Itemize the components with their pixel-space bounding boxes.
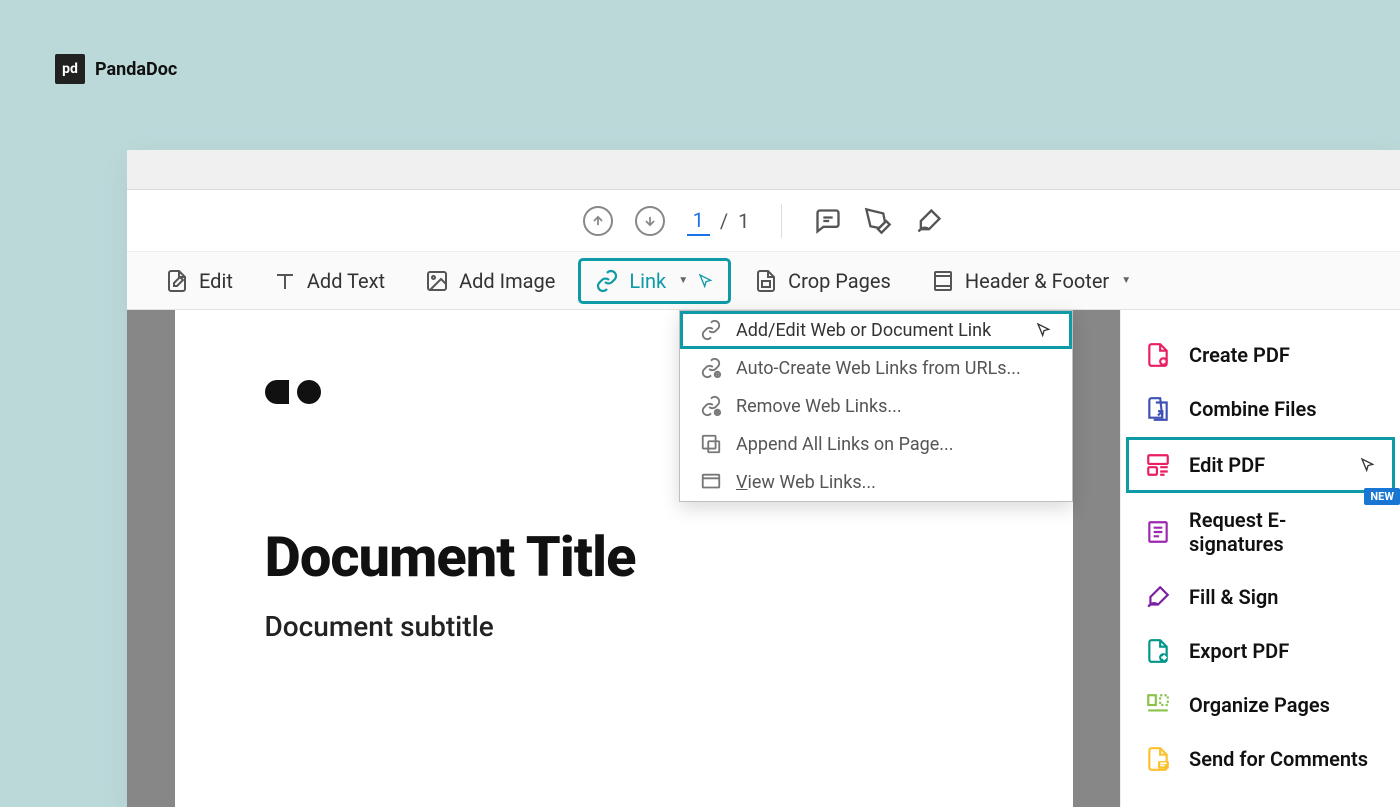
cursor-icon [1036,322,1052,338]
document-subtitle: Document subtitle [265,610,983,643]
chevron-down-icon: ▼ [1121,275,1131,286]
edit-pdf-icon [1145,452,1171,478]
comment-icon[interactable] [814,207,842,235]
link-auto-icon [700,357,722,379]
arrow-up-icon [591,214,605,228]
link-append-icon [700,433,722,455]
link-remove-icon [700,395,722,417]
create-pdf-icon [1145,342,1171,368]
sign-pen-icon[interactable] [914,207,944,235]
divider [781,204,782,238]
side-organize-pages-label: Organize Pages [1189,693,1330,717]
side-combine-files[interactable]: Combine Files [1121,382,1400,436]
tool-crop-pages[interactable]: Crop Pages [740,261,905,301]
side-combine-files-label: Combine Files [1189,397,1317,421]
tool-link[interactable]: Link ▼ [581,261,728,301]
tool-edit-label: Edit [199,269,233,293]
link-menu-append[interactable]: Append All Links on Page... [680,425,1072,463]
edit-toolbar: Edit Add Text Add Image Link ▼ Crop Page… [127,252,1400,310]
document-title: Document Title [265,524,983,590]
link-add-icon [700,319,722,341]
link-menu-add-edit-label: Add/Edit Web or Document Link [736,320,991,341]
side-request-esign-label: Request E-signatures [1189,508,1376,556]
link-menu-remove-label: Remove Web Links... [736,396,902,417]
link-view-icon [700,471,722,493]
tool-add-image[interactable]: Add Image [411,261,569,301]
link-menu-remove[interactable]: Remove Web Links... [680,387,1072,425]
highlight-pen-icon[interactable] [864,207,892,235]
export-pdf-icon [1145,638,1171,664]
tool-edit[interactable]: Edit [151,261,247,301]
page-down-button[interactable] [635,206,665,236]
tool-add-text[interactable]: Add Text [259,261,399,301]
tool-header-footer[interactable]: Header & Footer ▼ [917,261,1145,301]
brand-mark: pd [55,54,85,84]
page-separator: / [720,209,728,233]
side-create-pdf-label: Create PDF [1189,343,1290,367]
side-edit-pdf-label: Edit PDF [1189,453,1265,477]
tools-sidebar: Create PDF Combine Files Edit PDF NEW Re… [1120,310,1400,807]
esign-icon [1145,519,1171,545]
brand-logo: pd PandaDoc [55,54,177,84]
link-menu-auto-create[interactable]: Auto-Create Web Links from URLs... [680,349,1072,387]
link-menu-auto-create-label: Auto-Create Web Links from URLs... [736,358,1021,379]
current-page-input[interactable]: 1 [687,206,710,236]
page-up-button[interactable] [583,206,613,236]
side-edit-pdf[interactable]: Edit PDF [1127,438,1394,492]
link-icon [595,269,619,293]
text-icon [273,269,297,293]
edit-doc-icon [165,269,189,293]
arrow-down-icon [643,214,657,228]
window-titlebar [127,150,1400,190]
app-window: 1 / 1 Edit Add Text Add Image [127,150,1400,807]
page-nav-bar: 1 / 1 [127,190,1400,252]
side-fill-sign-label: Fill & Sign [1189,585,1278,609]
image-icon [425,269,449,293]
link-menu-view-label: View Web Links... [736,472,876,493]
page-indicator: 1 / 1 [687,206,750,236]
send-comments-icon [1145,746,1171,772]
side-request-esign[interactable]: NEW Request E-signatures [1121,494,1400,570]
new-badge: NEW [1364,488,1400,505]
total-pages: 1 [738,209,749,233]
side-organize-pages[interactable]: Organize Pages [1121,678,1400,732]
crop-page-icon [754,269,778,293]
side-export-pdf[interactable]: Export PDF [1121,624,1400,678]
tool-header-footer-label: Header & Footer [965,269,1109,293]
brand-name: PandaDoc [95,59,177,80]
link-menu-view[interactable]: View Web Links... [680,463,1072,501]
link-dropdown: Add/Edit Web or Document Link Auto-Creat… [679,310,1073,502]
side-send-comments[interactable]: Send for Comments [1121,732,1400,786]
side-fill-sign[interactable]: Fill & Sign [1121,570,1400,624]
tool-crop-label: Crop Pages [788,269,891,293]
combine-files-icon [1145,396,1171,422]
tool-add-text-label: Add Text [307,269,385,293]
link-menu-append-label: Append All Links on Page... [736,434,954,455]
fill-sign-icon [1145,584,1171,610]
side-create-pdf[interactable]: Create PDF [1121,328,1400,382]
header-footer-icon [931,269,955,293]
tool-add-image-label: Add Image [459,269,555,293]
chevron-down-icon: ▼ [678,275,688,286]
organize-pages-icon [1145,692,1171,718]
cursor-icon [698,273,714,289]
side-send-comments-label: Send for Comments [1189,747,1368,771]
side-export-pdf-label: Export PDF [1189,639,1289,663]
cursor-icon [1360,457,1376,473]
tool-link-label: Link [629,269,666,293]
link-menu-add-edit[interactable]: Add/Edit Web or Document Link [680,311,1072,349]
